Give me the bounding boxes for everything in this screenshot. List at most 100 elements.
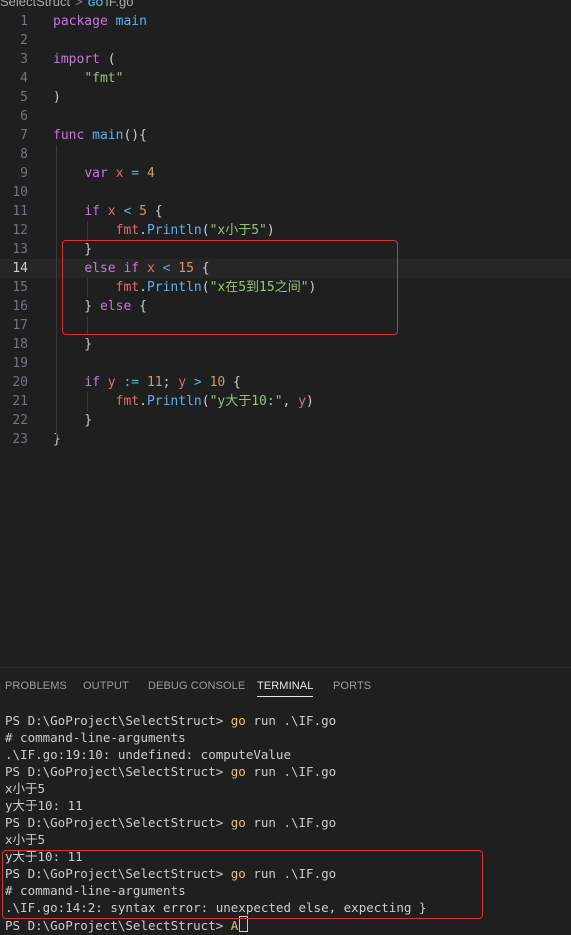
code-token: 10 [209,375,226,390]
line-number: 14 [12,261,28,276]
terminal-text: .\IF.go:19:10: undefined: computeValue [5,747,291,762]
line-number: 18 [12,337,28,352]
terminal-args: run .\IF.go [245,815,337,830]
code-token: package [53,14,108,29]
line-number: 16 [12,299,28,314]
code-line[interactable]: 10 [0,183,571,202]
code-text: if x < 5 { [53,202,162,221]
line-number: 4 [20,71,28,86]
terminal-prompt: PS D:\GoProject\SelectStruct> [5,764,231,779]
indent-guide [56,145,57,439]
code-line[interactable]: 5) [0,88,571,107]
terminal-text: y大于10: 11 [5,798,83,813]
panel-tabs: PROBLEMS OUTPUT DEBUG CONSOLE TERMINAL PORTS [0,668,571,704]
line-number: 21 [12,394,28,409]
terminal-text: # command-line-arguments [5,730,186,745]
line-number: 19 [12,356,28,371]
code-text: fmt.Println("y大于10:", y) [53,392,314,411]
tab-debug-console[interactable]: DEBUG CONSOLE [148,680,245,692]
tab-ports[interactable]: PORTS [333,680,371,692]
code-token: 4 [146,166,155,181]
code-editor[interactable]: 23} 22 } 21 fmt.Println("y大于10:", y) 20 if … [0,12,571,462]
code-line[interactable]: 2 [0,31,571,50]
code-token: x [107,204,116,219]
breadcrumb-folder[interactable]: SelectStruct [0,0,70,9]
line-number: 12 [12,223,28,238]
code-line[interactable]: 6 [0,107,571,126]
code-line[interactable]: 18 } [0,335,571,354]
code-text: import ( [53,50,116,69]
code-token: y [298,394,307,409]
code-line[interactable]: 21 fmt.Println("y大于10:", y) [0,392,571,411]
code-token: (){ [123,128,147,143]
line-number: 11 [12,204,28,219]
code-token: ( [201,223,210,238]
code-text: func main(){ [53,126,147,145]
code-token: "x小于5" [209,223,267,238]
code-line[interactable]: 20 if y := 11; y > 10 { [0,373,571,392]
terminal-prompt: PS D:\GoProject\SelectStruct> [5,713,231,728]
code-token: 11 [146,375,163,390]
code-text: ) [53,88,61,107]
breadcrumb: SelectStruct > GO IF.go [0,0,571,12]
code-token: { [225,375,241,390]
code-token: main [115,14,147,29]
code-token: fmt [115,223,140,238]
terminal-args: run .\IF.go [245,764,337,779]
terminal-text: x小于5 [5,781,46,796]
code-token: := [123,375,140,390]
code-line[interactable]: 1 package main [0,12,571,31]
terminal-line: # command-line-arguments [5,729,426,746]
code-line[interactable]: 23} [0,430,571,449]
code-token: . [139,223,147,238]
code-text: } [53,335,92,354]
tab-problems[interactable]: PROBLEMS [5,680,67,692]
breadcrumb-file[interactable]: IF.go [105,0,133,9]
code-token: fmt [115,394,140,409]
code-line[interactable]: 7 func main(){ [0,126,571,145]
code-token: } [53,337,93,352]
line-number: 8 [20,147,28,162]
terminal-line: PS D:\GoProject\SelectStruct> go run .\I… [5,814,426,831]
code-line[interactable]: 12 fmt.Println("x小于5") [0,221,571,240]
terminal-line: x小于5 [5,831,426,848]
tab-terminal[interactable]: TERMINAL [257,680,314,697]
line-number: 17 [12,318,28,333]
code-token: y [107,375,116,390]
code-line[interactable]: 19 [0,354,571,373]
code-line[interactable]: 4 "fmt" [0,69,571,88]
line-number: 10 [12,185,28,200]
tab-output[interactable]: OUTPUT [83,680,129,692]
highlight-box-terminal [2,850,483,919]
code-text: if y := 11; y > 10 { [53,373,241,392]
line-number: 2 [20,33,28,48]
code-line[interactable]: 11 if x < 5 { [0,202,571,221]
code-token: = [131,166,140,181]
highlight-box-code [62,240,398,335]
line-number: 13 [12,242,28,257]
code-text: "fmt" [53,69,123,88]
line-number: 1 [20,14,28,29]
code-line[interactable]: 8 [0,145,571,164]
line-number: 9 [20,166,28,181]
line-number: 22 [12,413,28,428]
code-line[interactable]: 22 } [0,411,571,430]
terminal-prompt: PS D:\GoProject\SelectStruct> [5,918,231,933]
code-line[interactable]: 9 var x = 4 [0,164,571,183]
code-token: , [282,394,299,409]
code-token: if [84,204,100,219]
code-line[interactable]: 3 import ( [0,50,571,69]
code-token: } [53,413,93,428]
